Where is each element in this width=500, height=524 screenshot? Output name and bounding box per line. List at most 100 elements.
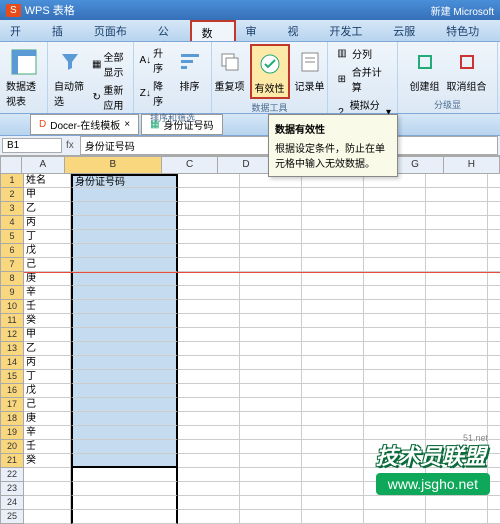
row-header[interactable]: 25 <box>0 510 24 524</box>
tab-special[interactable]: 特色功能 <box>436 20 500 41</box>
tab-dev[interactable]: 开发工具 <box>319 20 383 41</box>
cell[interactable]: 丁 <box>24 230 71 244</box>
row-header[interactable]: 4 <box>0 216 24 230</box>
cell[interactable] <box>302 468 364 482</box>
cell[interactable] <box>302 440 364 454</box>
cell[interactable] <box>364 370 426 384</box>
cell[interactable] <box>71 202 178 216</box>
cell[interactable] <box>302 482 364 496</box>
cell[interactable] <box>24 468 71 482</box>
cell[interactable] <box>71 384 178 398</box>
cell[interactable] <box>426 328 488 342</box>
select-all-corner[interactable] <box>0 156 22 174</box>
row-header[interactable]: 16 <box>0 384 24 398</box>
consolidate-button[interactable]: ⊞合并计算 <box>332 63 393 95</box>
cell[interactable] <box>71 230 178 244</box>
cell[interactable] <box>71 286 178 300</box>
row-header[interactable]: 10 <box>0 300 24 314</box>
cell[interactable]: 戊 <box>24 244 71 258</box>
cell[interactable] <box>488 426 500 440</box>
cell[interactable]: 辛 <box>24 426 71 440</box>
cell[interactable] <box>426 202 488 216</box>
cell[interactable] <box>488 244 500 258</box>
row-header[interactable]: 12 <box>0 328 24 342</box>
tab-cloud[interactable]: 云服务 <box>383 20 436 41</box>
cell[interactable] <box>364 356 426 370</box>
row-header[interactable]: 23 <box>0 482 24 496</box>
cell[interactable] <box>178 398 240 412</box>
cell[interactable]: 丙 <box>24 216 71 230</box>
autofilter-button[interactable]: 自动筛选 <box>52 44 88 113</box>
cell[interactable] <box>240 412 302 426</box>
cell[interactable] <box>240 286 302 300</box>
cell[interactable] <box>302 426 364 440</box>
cell[interactable]: 乙 <box>24 342 71 356</box>
cell[interactable] <box>364 398 426 412</box>
cell[interactable] <box>302 230 364 244</box>
cell[interactable] <box>364 510 426 524</box>
col-header-d[interactable]: D <box>218 156 274 174</box>
cell[interactable] <box>488 356 500 370</box>
cell[interactable] <box>240 454 302 468</box>
row-header[interactable]: 5 <box>0 230 24 244</box>
cell[interactable]: 戊 <box>24 384 71 398</box>
name-box[interactable]: B1 <box>2 138 62 153</box>
cell[interactable] <box>178 286 240 300</box>
cell[interactable] <box>426 370 488 384</box>
cell[interactable] <box>364 426 426 440</box>
cell[interactable]: 甲 <box>24 328 71 342</box>
cell[interactable] <box>364 342 426 356</box>
row-header[interactable]: 1 <box>0 174 24 188</box>
cell[interactable]: 甲 <box>24 188 71 202</box>
cell[interactable] <box>240 258 302 272</box>
cell[interactable] <box>24 510 71 524</box>
row-header[interactable]: 20 <box>0 440 24 454</box>
cell[interactable] <box>71 342 178 356</box>
cell[interactable] <box>426 272 488 286</box>
texttocolumns-button[interactable]: ▥分列 <box>332 44 393 62</box>
tab-data[interactable]: 数据 <box>190 20 236 41</box>
cell[interactable] <box>71 496 178 510</box>
cell[interactable] <box>71 454 178 468</box>
cell[interactable] <box>426 258 488 272</box>
cell[interactable] <box>178 314 240 328</box>
cell[interactable] <box>240 188 302 202</box>
row-header[interactable]: 7 <box>0 258 24 272</box>
cell[interactable] <box>178 174 240 188</box>
cell[interactable] <box>364 412 426 426</box>
cell[interactable] <box>488 314 500 328</box>
cell[interactable] <box>426 398 488 412</box>
cell[interactable] <box>240 426 302 440</box>
cell[interactable] <box>71 482 178 496</box>
cell[interactable]: 癸 <box>24 314 71 328</box>
row-header[interactable]: 3 <box>0 202 24 216</box>
row-header[interactable]: 15 <box>0 370 24 384</box>
cell[interactable]: 庚 <box>24 412 71 426</box>
cell[interactable] <box>426 216 488 230</box>
tab-insert[interactable]: 插入 <box>42 20 84 41</box>
cell[interactable] <box>24 482 71 496</box>
row-header[interactable]: 13 <box>0 342 24 356</box>
cell[interactable] <box>426 496 488 510</box>
cell[interactable] <box>488 384 500 398</box>
row-header[interactable]: 14 <box>0 356 24 370</box>
cell[interactable] <box>488 328 500 342</box>
validation-button[interactable]: 有效性 <box>250 44 290 99</box>
cell[interactable] <box>240 342 302 356</box>
cell[interactable] <box>71 398 178 412</box>
cell[interactable] <box>71 468 178 482</box>
ungroup-button[interactable]: 取消组合 <box>445 44 489 95</box>
cell[interactable] <box>178 384 240 398</box>
showall-button[interactable]: ▦全部显示 <box>90 48 129 80</box>
cell[interactable] <box>178 244 240 258</box>
cell[interactable] <box>178 370 240 384</box>
cell[interactable] <box>178 496 240 510</box>
cell[interactable] <box>426 314 488 328</box>
cell[interactable] <box>364 496 426 510</box>
cell[interactable] <box>488 398 500 412</box>
cell[interactable] <box>240 314 302 328</box>
cell[interactable] <box>71 216 178 230</box>
col-header-a[interactable]: A <box>22 156 65 174</box>
cell[interactable] <box>71 300 178 314</box>
cell[interactable] <box>240 440 302 454</box>
